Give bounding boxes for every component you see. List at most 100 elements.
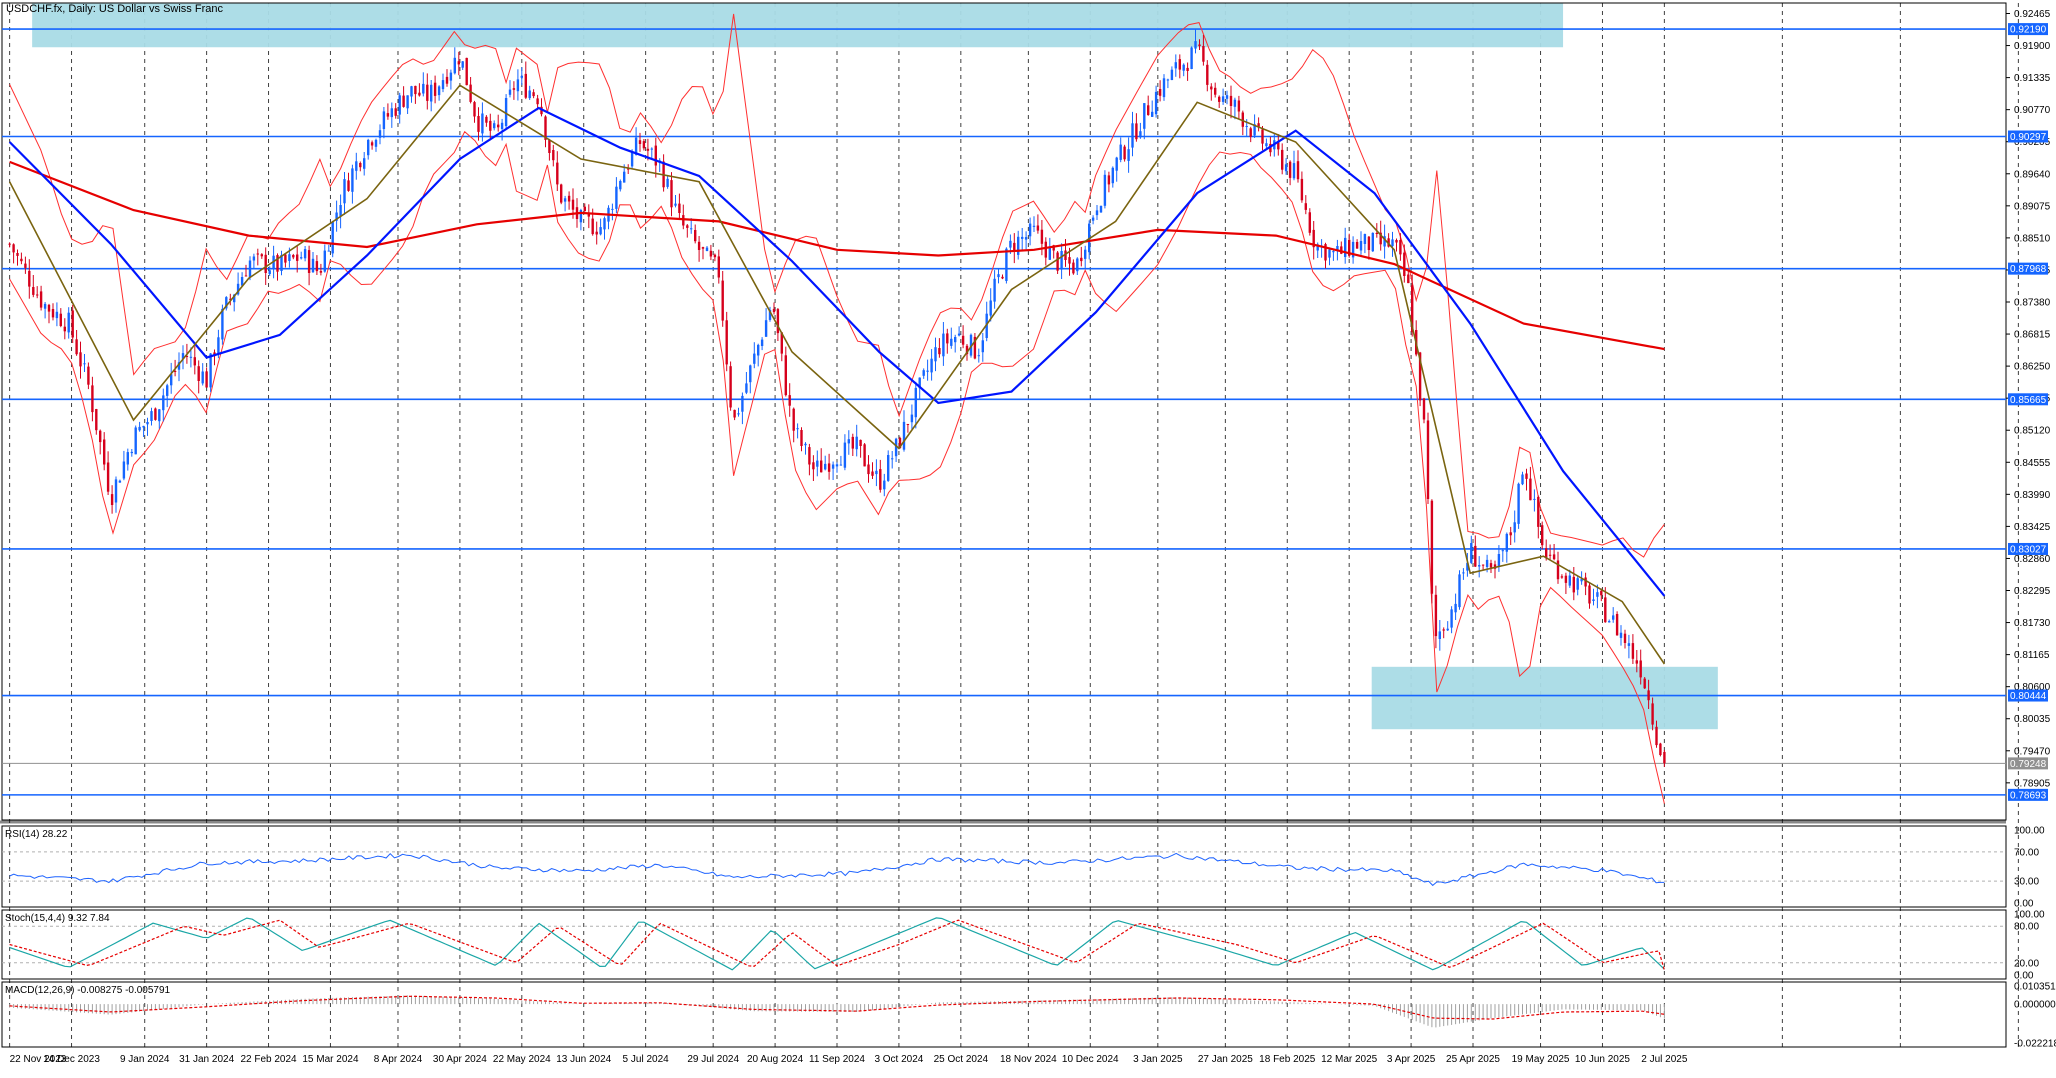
candle-body xyxy=(883,481,885,490)
candle-body xyxy=(1502,550,1504,551)
candle-body xyxy=(521,76,523,78)
candle-body xyxy=(1017,237,1019,255)
candle-body xyxy=(1226,95,1228,99)
candle-body xyxy=(1108,175,1110,184)
candle-body xyxy=(1123,147,1125,160)
zone-rectangle xyxy=(32,4,1563,48)
candle-body xyxy=(1179,59,1181,70)
level-price-tag-label: 0.78693 xyxy=(2010,790,2047,801)
candle-body xyxy=(1450,609,1452,627)
candle-body xyxy=(1651,703,1653,724)
candle-body xyxy=(1151,112,1153,117)
y-tick-label: 0.87380 xyxy=(2014,297,2051,308)
candle-body xyxy=(532,92,534,96)
candle-body xyxy=(513,88,515,90)
candle-body xyxy=(1056,253,1058,271)
candle-body xyxy=(347,180,349,191)
candle-body xyxy=(450,73,452,81)
candle-body xyxy=(670,180,672,207)
candle-body xyxy=(982,340,984,352)
candle-body xyxy=(1092,218,1094,221)
candle-body xyxy=(351,168,353,191)
candle-body xyxy=(1435,595,1437,636)
candle-body xyxy=(1525,474,1527,479)
candle-body xyxy=(1553,554,1555,559)
candle-body xyxy=(91,385,93,412)
candle-body xyxy=(1443,629,1445,630)
candle-body xyxy=(387,113,389,117)
candle-body xyxy=(808,447,810,464)
candle-body xyxy=(28,271,30,287)
x-tick-label: 25 Oct 2024 xyxy=(934,1054,989,1065)
candle-body xyxy=(1376,233,1378,234)
candle-body xyxy=(1305,203,1307,210)
chart-root[interactable]: 22 Nov 202314 Dec 20239 Jan 202431 Jan 2… xyxy=(0,0,2056,1073)
candle-body xyxy=(383,111,385,129)
candle-body xyxy=(1072,263,1074,274)
candle-body xyxy=(1624,634,1626,643)
x-tick-label: 31 Jan 2024 xyxy=(179,1054,234,1065)
candle-body xyxy=(726,320,728,364)
candle-body xyxy=(1005,249,1007,281)
candle-body xyxy=(1265,143,1267,146)
pane-macd xyxy=(2,982,2006,1047)
candle-body xyxy=(1045,242,1047,258)
candle-body xyxy=(146,422,148,424)
candle-body xyxy=(379,130,381,138)
rsi-y-tick-label: 30.00 xyxy=(2014,877,2039,888)
x-tick-label: 18 Feb 2025 xyxy=(1259,1054,1316,1065)
rsi-y-tick-label: 0.00 xyxy=(2014,899,2034,910)
candle-body xyxy=(1403,253,1405,276)
candle-body xyxy=(800,430,802,446)
candle-body xyxy=(217,337,219,353)
candle-body xyxy=(1186,68,1188,71)
stoch-y-tick-label: 100.00 xyxy=(2014,910,2045,921)
candle-body xyxy=(666,179,668,187)
candle-body xyxy=(643,141,645,148)
x-tick-label: 30 Apr 2024 xyxy=(433,1054,487,1065)
candle-body xyxy=(848,439,850,443)
candle-body xyxy=(8,244,10,245)
candle-body xyxy=(698,242,700,250)
candle-body xyxy=(1620,633,1622,638)
x-tick-label: 22 May 2024 xyxy=(493,1054,551,1065)
candle-body xyxy=(75,339,77,354)
candle-body xyxy=(24,264,26,268)
candle-body xyxy=(749,365,751,382)
y-tick-label: 0.85120 xyxy=(2014,426,2051,437)
candle-body xyxy=(832,465,834,469)
chart-canvas[interactable]: 22 Nov 202314 Dec 20239 Jan 202431 Jan 2… xyxy=(0,0,2056,1073)
candle-body xyxy=(205,371,207,387)
candle-body xyxy=(678,204,680,213)
candle-body xyxy=(446,77,448,84)
candle-body xyxy=(1159,89,1161,96)
candle-body xyxy=(1021,237,1023,239)
candle-body xyxy=(804,444,806,445)
candle-body xyxy=(48,305,50,312)
candle-body xyxy=(1139,131,1141,137)
candle-body xyxy=(993,279,995,302)
candle-body xyxy=(131,452,133,453)
candle-body xyxy=(757,345,759,356)
candle-body xyxy=(836,464,838,466)
candle-body xyxy=(1167,80,1169,81)
candle-body xyxy=(1663,752,1665,763)
y-tick-label: 0.92465 xyxy=(2014,9,2051,20)
candle-body xyxy=(812,462,814,469)
candle-body xyxy=(828,463,830,471)
candle-body xyxy=(942,334,944,357)
candle-body xyxy=(796,428,798,429)
candle-body xyxy=(1514,522,1516,532)
macd-y-tick-label: 0.010351 xyxy=(2014,982,2056,993)
stoch-y-tick-label: 80.00 xyxy=(2014,922,2039,933)
y-tick-label: 0.89075 xyxy=(2014,201,2051,212)
candle-body xyxy=(603,218,605,229)
candle-body xyxy=(430,85,432,102)
candle-body xyxy=(745,383,747,392)
candle-body xyxy=(529,91,531,99)
candle-body xyxy=(127,452,129,464)
candle-body xyxy=(434,83,436,96)
candle-body xyxy=(44,304,46,309)
candle-body xyxy=(722,281,724,321)
candle-body xyxy=(194,357,196,365)
